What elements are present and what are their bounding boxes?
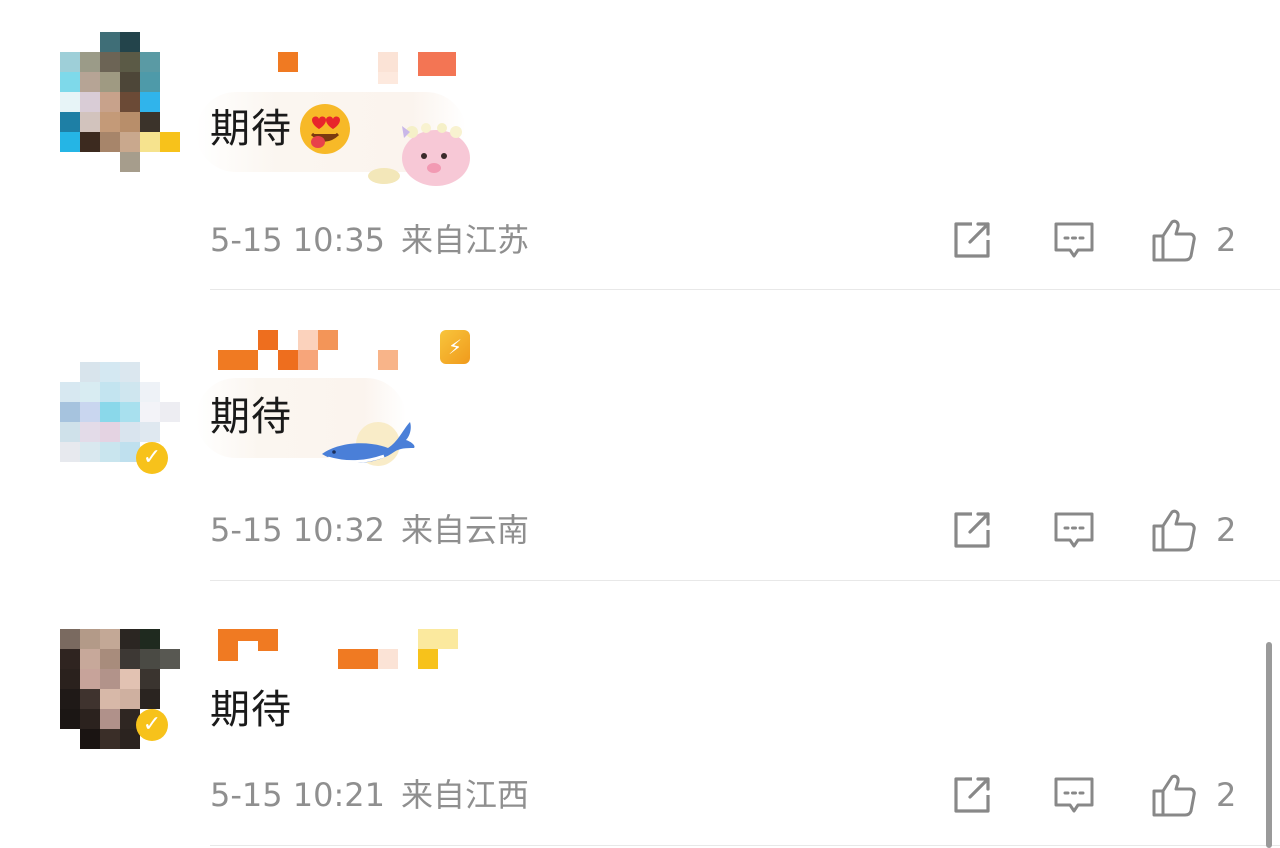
- like-count: 2: [1216, 511, 1237, 549]
- scrollbar[interactable]: [1266, 642, 1272, 848]
- comment-meta: 5-15 10:35 来自江苏: [210, 218, 529, 262]
- comment-timestamp: 5-15 10:32: [210, 511, 386, 549]
- comment-location: 来自云南: [401, 511, 530, 549]
- comment-item: ✓ ⚡ 期待 5-15 10:32 来自云南 2: [0, 290, 1280, 581]
- thumbs-up-icon: [1152, 774, 1196, 817]
- username[interactable]: [218, 629, 478, 669]
- reply-button[interactable]: [1050, 771, 1098, 819]
- comment-actions: 2: [948, 771, 1248, 819]
- comment-text-label: 期待: [210, 106, 292, 152]
- reply-button[interactable]: [1050, 216, 1098, 264]
- thumbs-up-icon: [1152, 219, 1196, 262]
- comment-item: ✓ 期待 5-15 10:21 来自江西 2: [0, 581, 1280, 848]
- comment-text: 期待: [210, 683, 292, 737]
- username[interactable]: ⚡: [218, 330, 478, 370]
- comment-meta: 5-15 10:21 来自江西: [210, 773, 529, 817]
- share-button[interactable]: [948, 771, 996, 819]
- divider: [210, 845, 1280, 846]
- reply-button[interactable]: [1050, 506, 1098, 554]
- like-button[interactable]: [1150, 771, 1198, 819]
- verified-badge-icon: ✓: [136, 442, 168, 474]
- heart-eyes-emoji-icon: [300, 104, 350, 154]
- comment-feed: 期待 5-15 10:35 来自江苏 2 ✓ ⚡ 期待 5-15 10:32 来…: [0, 0, 1280, 848]
- share-icon: [954, 777, 990, 813]
- avatar[interactable]: ✓: [60, 629, 180, 769]
- share-icon: [954, 222, 990, 258]
- avatar[interactable]: [60, 32, 180, 172]
- avatar[interactable]: ✓: [60, 322, 180, 474]
- like-button[interactable]: [1150, 506, 1198, 554]
- reply-icon: [1054, 777, 1094, 813]
- comment-meta: 5-15 10:32 来自云南: [210, 508, 529, 552]
- comment-timestamp: 5-15 10:21: [210, 776, 386, 814]
- comment-item: 期待 5-15 10:35 来自江苏 2: [0, 0, 1280, 290]
- comment-text-label: 期待: [210, 687, 292, 733]
- comment-timestamp: 5-15 10:35: [210, 221, 386, 259]
- comment-text: 期待: [210, 102, 352, 156]
- whale-sticker-icon: [322, 422, 415, 466]
- share-icon: [954, 512, 990, 548]
- comment-text-label: 期待: [210, 394, 292, 440]
- like-count: 2: [1216, 776, 1237, 814]
- verified-badge-icon: ✓: [136, 709, 168, 741]
- share-button[interactable]: [948, 216, 996, 264]
- username[interactable]: [218, 48, 478, 88]
- reply-icon: [1054, 512, 1094, 548]
- comment-text: 期待: [210, 390, 292, 444]
- share-button[interactable]: [948, 506, 996, 554]
- like-count: 2: [1216, 221, 1237, 259]
- comment-location: 来自江西: [401, 776, 530, 814]
- comment-actions: 2: [948, 216, 1248, 264]
- piglet-sticker-icon: [368, 123, 470, 186]
- like-button[interactable]: [1150, 216, 1198, 264]
- comment-location: 来自江苏: [401, 221, 530, 259]
- reply-icon: [1054, 222, 1094, 258]
- level-badge-icon: ⚡: [440, 330, 470, 364]
- comment-actions: 2: [948, 506, 1248, 554]
- thumbs-up-icon: [1152, 509, 1196, 552]
